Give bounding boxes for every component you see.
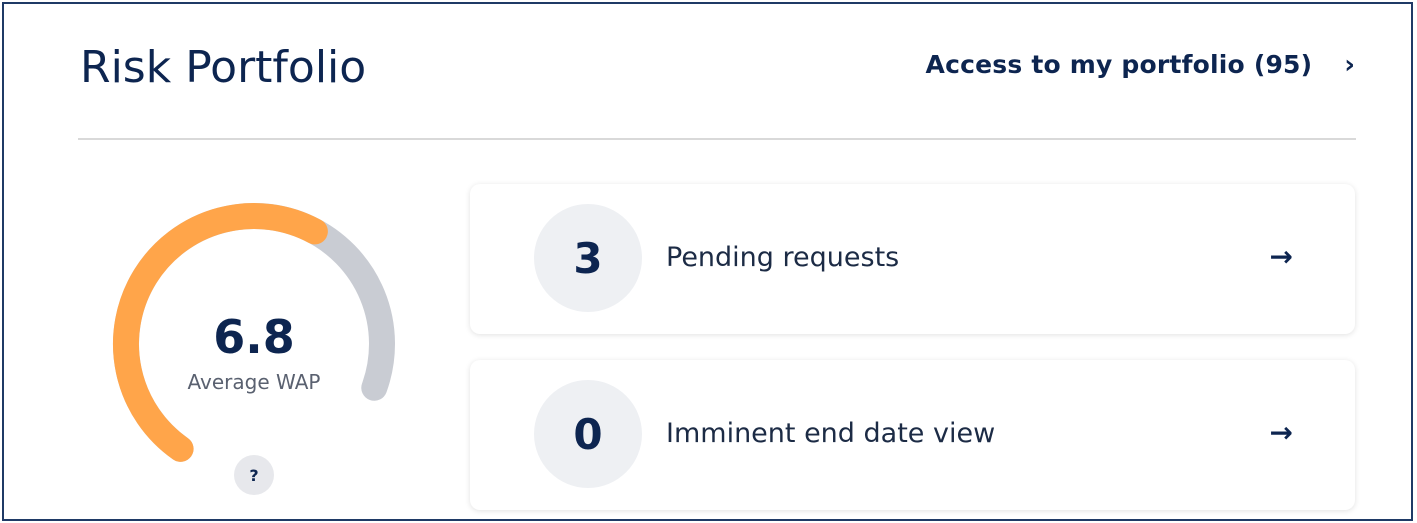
help-icon[interactable]: ? <box>234 455 274 495</box>
risk-portfolio-panel: Risk Portfolio Access to my portfolio (9… <box>2 2 1413 521</box>
pending-requests-count: 3 <box>534 204 642 312</box>
arrow-right-icon: → <box>1269 240 1293 273</box>
arrow-right-icon: → <box>1269 416 1293 449</box>
header-divider <box>78 138 1356 140</box>
imminent-end-date-card[interactable]: 0 Imminent end date view → <box>470 360 1355 510</box>
page-title: Risk Portfolio <box>80 42 367 93</box>
gauge-label: Average WAP <box>187 370 321 394</box>
access-portfolio-link[interactable]: Access to my portfolio (95) › <box>926 50 1355 79</box>
gauge-value: 6.8 <box>213 310 295 364</box>
wap-gauge: 6.8 Average WAP ? <box>94 194 414 514</box>
imminent-end-date-label: Imminent end date view <box>666 418 996 449</box>
chevron-right-icon: › <box>1344 49 1355 80</box>
pending-requests-label: Pending requests <box>666 242 900 273</box>
pending-requests-card[interactable]: 3 Pending requests → <box>470 184 1355 334</box>
imminent-end-date-count: 0 <box>534 380 642 488</box>
access-portfolio-label: Access to my portfolio (95) <box>925 50 1313 79</box>
